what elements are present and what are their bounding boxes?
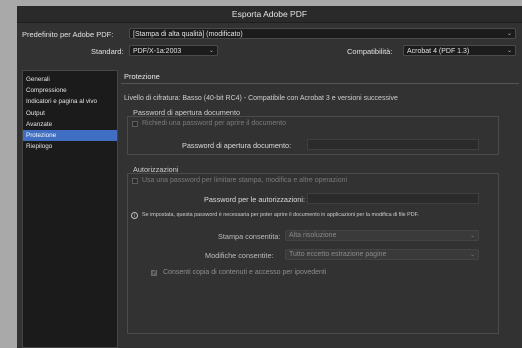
compat-value: Acrobat 4 (PDF 1.3) (407, 48, 470, 55)
open-password-group: Richiedi una password per aprire il docu… (127, 116, 499, 155)
print-allowed-select[interactable]: Alta risoluzione ⌄ (285, 230, 479, 241)
export-pdf-dialog: Esporta Adobe PDF Predefinito per Adobe … (17, 6, 522, 348)
sidebar-item-avanzate[interactable]: Avanzate (23, 119, 117, 130)
changes-allowed-select[interactable]: Tutto eccetto estrazione pagine ⌄ (285, 249, 479, 260)
require-open-password-label: Richiedi una password per aprire il docu… (142, 120, 286, 127)
allow-copy-checkbox[interactable]: ✓ (151, 270, 157, 276)
info-icon: i (131, 212, 138, 219)
standard-value: PDF/X-1a:2003 (133, 48, 182, 55)
window-title: Esporta Adobe PDF (17, 6, 522, 23)
permissions-info-text: Se impostata, questa password è necessar… (142, 212, 419, 218)
preset-select[interactable]: [Stampa di alta qualità] (modificato) ⌄ (129, 28, 516, 39)
compat-label: Compatibilità: (347, 47, 393, 56)
sidebar-item-compressione[interactable]: Compressione (23, 85, 117, 96)
restrict-permissions-label: Usa una password per limitare stampa, mo… (142, 177, 348, 184)
chevron-down-icon: ⌄ (469, 252, 475, 258)
changes-allowed-label: Modifiche consentite: (205, 251, 274, 260)
sidebar-item-generali[interactable]: Generali (23, 74, 117, 85)
preset-value: [Stampa di alta qualità] (modificato) (133, 31, 243, 38)
protection-panel: Protezione Livello di cifratura: Basso (… (121, 70, 519, 348)
category-sidebar: Generali Compressione Indicatori e pagin… (22, 70, 118, 348)
standard-label: Standard: (91, 47, 124, 56)
standard-select[interactable]: PDF/X-1a:2003 ⌄ (129, 45, 218, 56)
chevron-down-icon: ⌄ (506, 31, 512, 37)
allow-copy-label: Consenti copia di contenuti e accesso pe… (163, 269, 327, 276)
sidebar-item-protezione[interactable]: Protezione (23, 129, 117, 142)
sidebar-item-indicatori[interactable]: Indicatori e pagina al vivo (23, 96, 117, 107)
checkmark-icon: ✓ (152, 270, 158, 276)
chevron-down-icon: ⌄ (208, 48, 214, 54)
chevron-down-icon: ⌄ (506, 48, 512, 54)
sidebar-item-output[interactable]: Output (23, 108, 117, 119)
divider (121, 83, 519, 84)
print-allowed-label: Stampa consentita: (218, 232, 281, 241)
open-password-label: Password di apertura documento: (182, 141, 292, 150)
compat-select[interactable]: Acrobat 4 (PDF 1.3) ⌄ (403, 45, 516, 56)
permissions-password-label: Password per le autorizzazioni: (204, 195, 305, 204)
preset-label: Predefinito per Adobe PDF: (22, 30, 114, 39)
sidebar-item-riepilogo[interactable]: Riepilogo (23, 141, 117, 152)
open-password-field[interactable] (307, 139, 479, 150)
encryption-level: Livello di cifratura: Basso (40-bit RC4)… (124, 95, 398, 102)
section-title: Protezione (124, 72, 160, 81)
chevron-down-icon: ⌄ (469, 233, 475, 239)
changes-allowed-value: Tutto eccetto estrazione pagine (289, 251, 387, 258)
permissions-group: Usa una password per limitare stampa, mo… (127, 173, 499, 334)
print-allowed-value: Alta risoluzione (289, 232, 337, 239)
permissions-password-field[interactable] (307, 193, 479, 204)
restrict-permissions-checkbox[interactable] (132, 178, 138, 184)
require-open-password-checkbox[interactable] (132, 121, 138, 127)
